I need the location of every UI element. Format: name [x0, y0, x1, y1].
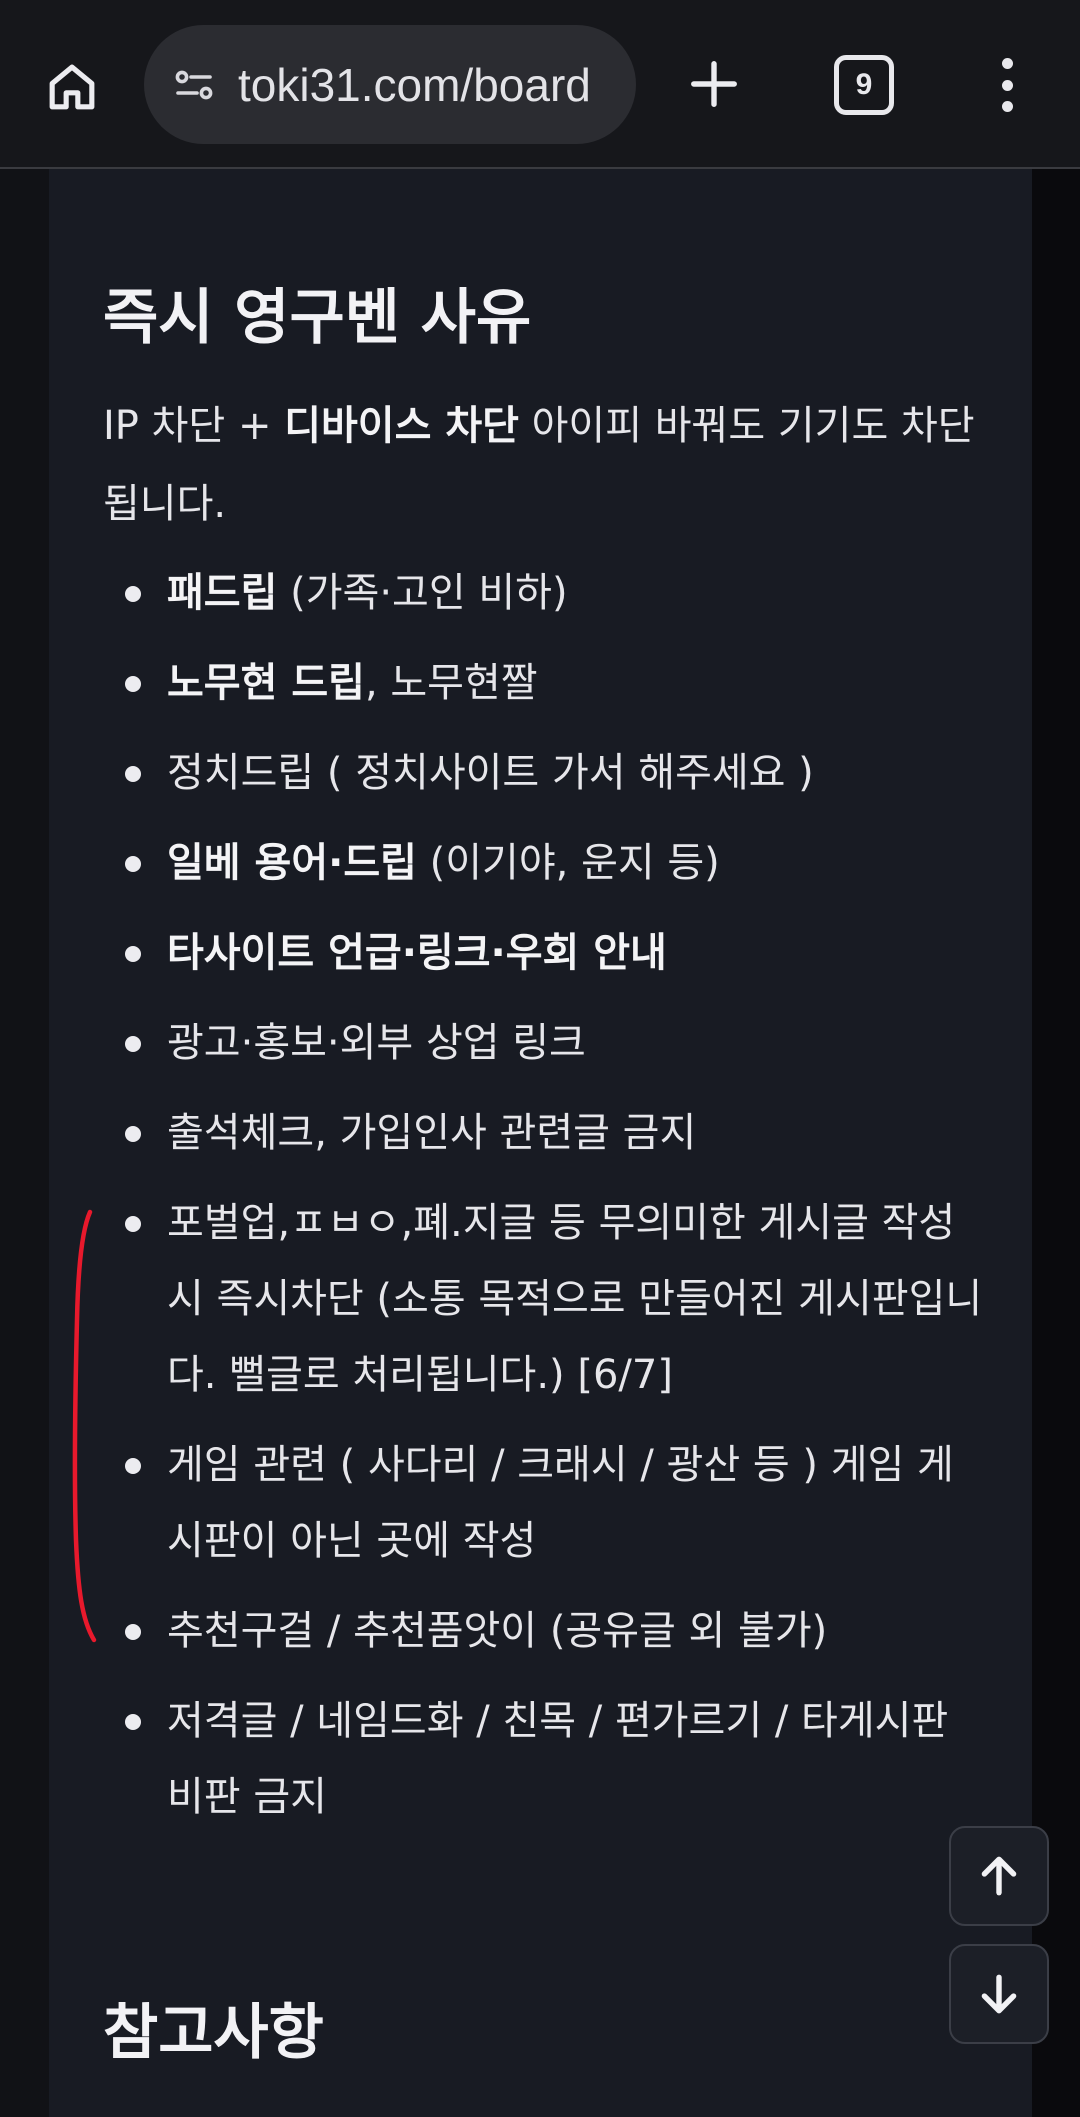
menu-dot	[1001, 79, 1013, 91]
menu-dot	[1001, 58, 1013, 69]
more-vert-icon[interactable]	[982, 50, 1032, 120]
rule-text: 저격글 / 네임드화 / 친목 / 편가르기 / 타게시판 비판 금지	[167, 1698, 949, 1820]
rule-text: 정치드립 ( 정치사이트 가서 해주세요 )	[167, 750, 814, 796]
rule-text: , 노무현짤	[364, 660, 538, 706]
section-title: 즉시 영구벤 사유	[103, 283, 532, 353]
list-item: 패드립 (가족·고인 비하)	[103, 555, 983, 631]
intro-text: IP 차단 + 디바이스 차단 아이피 바꿔도 기기도 차단됩니다.	[103, 387, 983, 543]
list-item: 출석체크, 가입인사 관련글 금지	[103, 1095, 983, 1171]
page-gutter-right	[1032, 169, 1080, 2117]
scroll-bottom-button[interactable]	[949, 1944, 1049, 2044]
list-item: 추천구걸 / 추천품앗이 (공유글 외 불가)	[103, 1593, 983, 1669]
rule-bold: 노무현 드립	[167, 660, 365, 706]
menu-dot	[1001, 101, 1013, 112]
list-item: 포벌업,ㅍㅂㅇ,폐.지글 등 무의미한 게시글 작성시 즉시차단 (소통 목적으…	[103, 1185, 983, 1413]
rule-bold: 패드립	[167, 570, 278, 616]
tab-count: 9	[855, 68, 873, 101]
rule-text: 광고·홍보·외부 상업 링크	[167, 1020, 586, 1066]
list-item: 타사이트 언급·링크·우회 안내	[103, 915, 983, 991]
rule-text: 게임 관련 ( 사다리 / 크래시 / 광산 등 ) 게임 게시판이 아닌 곳에…	[167, 1442, 954, 1564]
rules-card: 즉시 영구벤 사유 IP 차단 + 디바이스 차단 아이피 바꿔도 기기도 차단…	[49, 169, 1032, 2117]
plus-icon	[691, 61, 737, 107]
new-tab-button[interactable]	[680, 50, 748, 118]
list-item: 게임 관련 ( 사다리 / 크래시 / 광산 등 ) 게임 게시판이 아닌 곳에…	[103, 1427, 983, 1579]
address-bar[interactable]: toki31.com/board	[144, 25, 636, 144]
browser-toolbar: toki31.com/board 9	[0, 0, 1080, 169]
intro-bold: 디바이스 차단	[284, 403, 519, 449]
tab-switcher-button[interactable]: 9	[834, 55, 894, 115]
rules-list: 패드립 (가족·고인 비하) 노무현 드립, 노무현짤 정치드립 ( 정치사이트…	[103, 555, 983, 1849]
rule-bold: 일베 용어·드립	[167, 840, 417, 886]
list-item: 저격글 / 네임드화 / 친목 / 편가르기 / 타게시판 비판 금지	[103, 1683, 983, 1835]
arrow-down-icon	[981, 1974, 1017, 2014]
list-item: 노무현 드립, 노무현짤	[103, 645, 983, 721]
rule-text: 출석체크, 가입인사 관련글 금지	[167, 1110, 697, 1156]
notes-title: 참고사항	[103, 1998, 324, 2068]
scroll-top-button[interactable]	[949, 1826, 1049, 1926]
url-text[interactable]: toki31.com/board	[238, 58, 591, 112]
rule-bold: 타사이트 언급·링크·우회 안내	[167, 930, 667, 976]
rule-text: 추천구걸 / 추천품앗이 (공유글 외 불가)	[167, 1608, 828, 1654]
list-item: 일베 용어·드립 (이기야, 운지 등)	[103, 825, 983, 901]
arrow-up-icon	[981, 1856, 1017, 1896]
home-button[interactable]	[38, 54, 106, 120]
list-item: 광고·홍보·외부 상업 링크	[103, 1005, 983, 1081]
rule-text: 포벌업,ㅍㅂㅇ,폐.지글 등 무의미한 게시글 작성시 즉시차단 (소통 목적으…	[167, 1200, 983, 1398]
rule-text: (이기야, 운지 등)	[416, 840, 720, 886]
intro-prefix: IP 차단 +	[103, 403, 285, 449]
rule-text: (가족·고인 비하)	[277, 570, 568, 616]
list-item: 정치드립 ( 정치사이트 가서 해주세요 )	[103, 735, 983, 811]
site-info-icon[interactable]	[168, 59, 220, 111]
page-gutter-left	[0, 169, 49, 2117]
home-icon	[49, 64, 95, 110]
